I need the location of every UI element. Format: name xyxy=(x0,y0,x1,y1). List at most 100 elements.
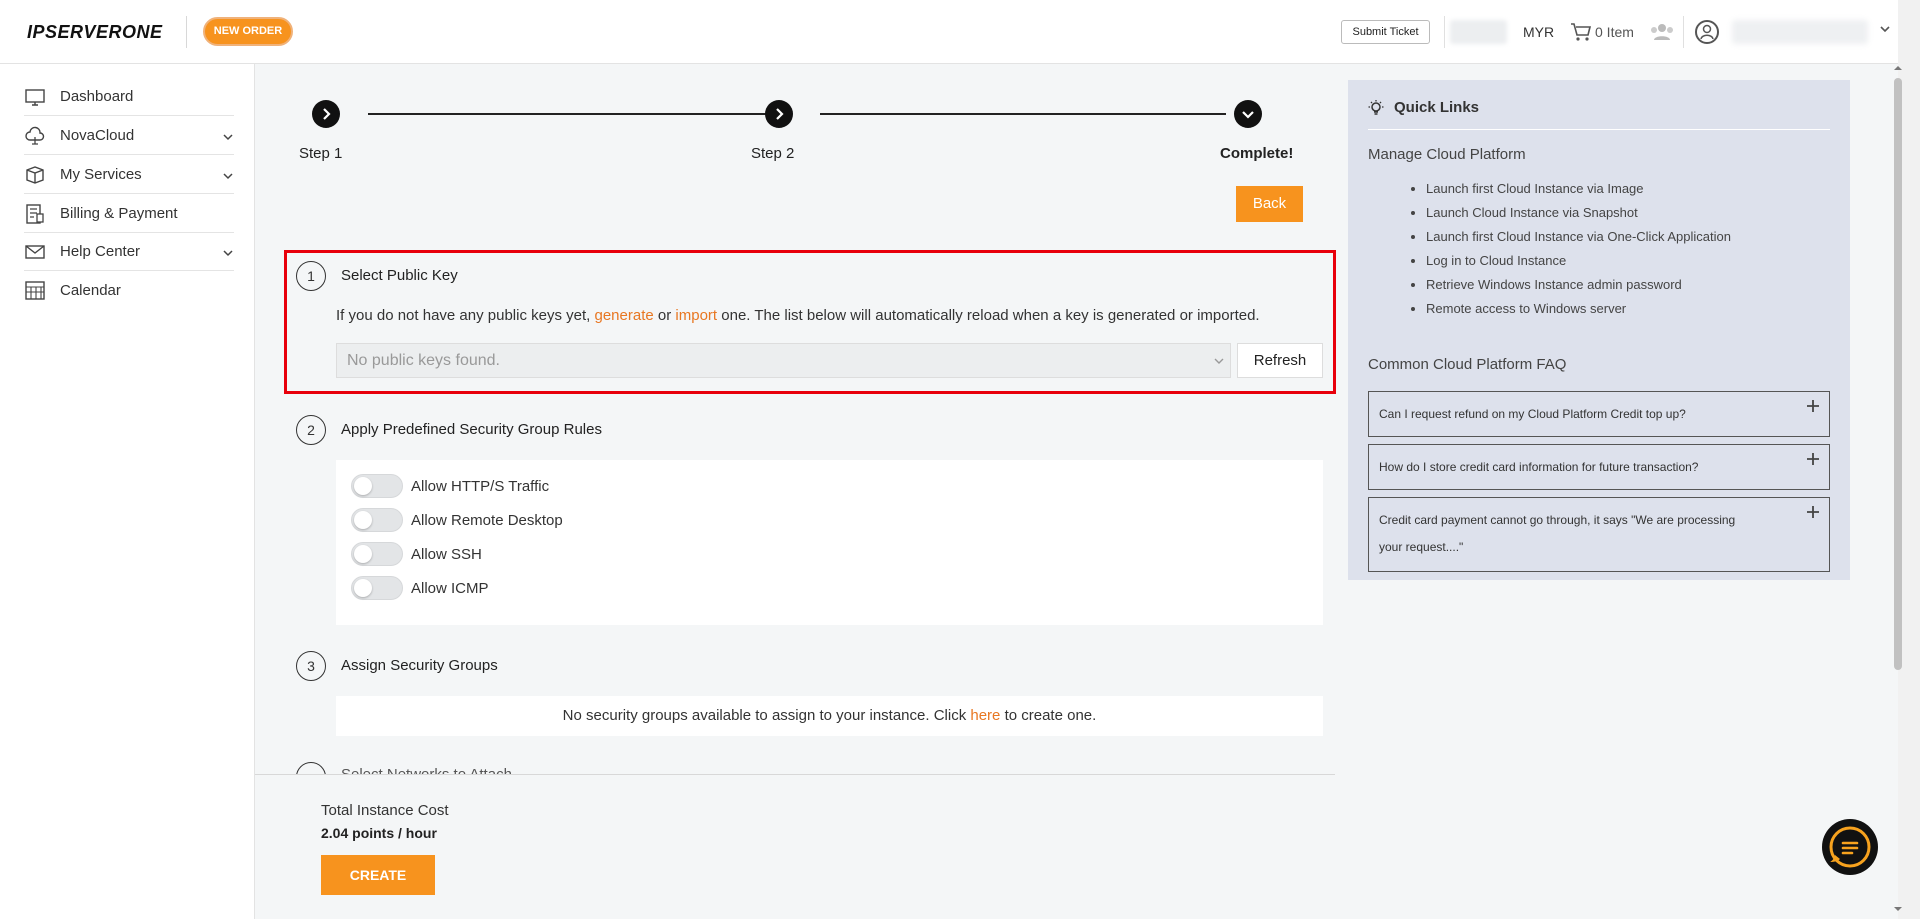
no-security-groups-message: No security groups available to assign t… xyxy=(336,696,1323,736)
refresh-button[interactable]: Refresh xyxy=(1237,343,1323,378)
calendar-icon xyxy=(25,281,45,300)
sidebar-item-calendar[interactable]: Calendar xyxy=(24,271,234,309)
icmp-toggle[interactable] xyxy=(351,576,403,600)
sidebar-item-label: Dashboard xyxy=(60,88,134,105)
quick-link-item[interactable]: Launch Cloud Instance via Snapshot xyxy=(1426,201,1731,225)
chevron-right-icon xyxy=(776,108,784,120)
submit-ticket-button[interactable]: Submit Ticket xyxy=(1341,20,1430,44)
section-2-number: 2 xyxy=(296,415,326,445)
lightbulb-icon xyxy=(1368,100,1384,115)
section-1-number: 1 xyxy=(296,261,326,291)
public-key-select-value: No public keys found. xyxy=(347,352,500,369)
info-text-part: one. The list below will automatically r… xyxy=(717,307,1260,324)
faq-question: Can I request refund on my Cloud Platfor… xyxy=(1379,407,1686,421)
step-1-indicator xyxy=(312,100,340,128)
chevron-down-icon xyxy=(1242,111,1254,119)
generate-link[interactable]: generate xyxy=(595,307,654,324)
import-link[interactable]: import xyxy=(675,307,717,324)
monitor-icon xyxy=(25,88,45,106)
http-traffic-toggle[interactable] xyxy=(351,474,403,498)
cost-footer xyxy=(255,774,1335,919)
message-part: to create one. xyxy=(1000,707,1097,724)
plus-icon[interactable] xyxy=(1807,400,1819,412)
sidebar-item-label: NovaCloud xyxy=(60,127,135,144)
section-2-title: Apply Predefined Security Group Rules xyxy=(341,421,602,438)
step-2-label: Step 2 xyxy=(751,145,795,162)
quick-link-item[interactable]: Log in to Cloud Instance xyxy=(1426,249,1731,273)
step-3-indicator xyxy=(1234,100,1262,128)
ssh-label: Allow SSH xyxy=(411,546,482,563)
info-text-part: or xyxy=(653,307,676,324)
public-key-info-text: If you do not have any public keys yet, … xyxy=(336,307,1260,324)
scroll-down-arrow-icon[interactable] xyxy=(1890,903,1906,915)
step-2-indicator xyxy=(765,100,793,128)
chat-bubble-icon xyxy=(1829,826,1871,868)
faq-item[interactable]: How do I store credit card information f… xyxy=(1368,444,1830,490)
sidebar-item-dashboard[interactable]: Dashboard xyxy=(24,78,234,116)
cloud-icon xyxy=(25,126,45,145)
http-traffic-label: Allow HTTP/S Traffic xyxy=(411,478,550,495)
sidebar-item-my-services[interactable]: My Services xyxy=(24,156,234,194)
brand-logo[interactable]: IPSERVERONE xyxy=(27,22,163,43)
message-part: No security groups available to assign t… xyxy=(562,707,971,724)
sidebar-item-help-center[interactable]: Help Center xyxy=(24,233,234,271)
ssh-toggle[interactable] xyxy=(351,542,403,566)
sidebar-item-label: Billing & Payment xyxy=(60,205,178,222)
scroll-up-arrow-icon[interactable] xyxy=(1890,62,1906,74)
sidebar-item-novacloud[interactable]: NovaCloud xyxy=(24,117,234,155)
invoice-icon xyxy=(26,203,44,224)
cart-item-count[interactable]: 0 Item xyxy=(1595,24,1634,40)
back-button[interactable]: Back xyxy=(1236,186,1303,222)
quick-link-item[interactable]: Launch first Cloud Instance via One-Clic… xyxy=(1426,225,1731,249)
sidebar-item-billing[interactable]: Billing & Payment xyxy=(24,195,234,233)
create-security-group-link[interactable]: here xyxy=(970,707,1000,724)
section-3-number: 3 xyxy=(296,651,326,681)
quick-link-item[interactable]: Remote access to Windows server xyxy=(1426,297,1731,321)
box-icon xyxy=(26,165,44,184)
section-3-title: Assign Security Groups xyxy=(341,657,498,674)
sidebar: Dashboard NovaCloud My Services Billing … xyxy=(0,64,255,919)
header-divider xyxy=(186,16,187,48)
plus-icon[interactable] xyxy=(1807,506,1819,518)
users-icon[interactable] xyxy=(1650,23,1674,41)
sidebar-item-label: Calendar xyxy=(60,281,121,299)
chevron-down-icon xyxy=(223,173,233,180)
chevron-down-icon[interactable] xyxy=(1878,22,1892,36)
cart-icon[interactable] xyxy=(1570,22,1592,42)
scrollbar-thumb[interactable] xyxy=(1894,78,1902,670)
quick-links-title: Quick Links xyxy=(1394,99,1480,116)
user-avatar-icon[interactable] xyxy=(1695,20,1719,44)
new-order-button[interactable]: NEW ORDER xyxy=(203,17,293,46)
chevron-down-icon xyxy=(1214,358,1224,364)
chevron-right-icon xyxy=(323,108,331,120)
step-1-label: Step 1 xyxy=(299,145,343,162)
quick-links-list: Launch first Cloud Instance via Image La… xyxy=(1390,177,1731,321)
currency-selector[interactable]: MYR xyxy=(1523,24,1554,40)
faq-item[interactable]: Can I request refund on my Cloud Platfor… xyxy=(1368,391,1830,437)
icmp-label: Allow ICMP xyxy=(411,580,489,597)
chevron-down-icon xyxy=(223,134,233,141)
step-3-label: Complete! xyxy=(1220,145,1294,162)
create-button[interactable]: CREATE xyxy=(321,855,435,895)
remote-desktop-toggle[interactable] xyxy=(351,508,403,532)
public-key-select[interactable]: No public keys found. xyxy=(336,343,1231,378)
chat-widget-button[interactable] xyxy=(1822,819,1878,875)
header-divider xyxy=(1444,16,1445,48)
mail-icon xyxy=(25,244,45,259)
total-cost-label: Total Instance Cost xyxy=(321,802,449,819)
faq-question: Credit card payment cannot go through, i… xyxy=(1379,513,1736,554)
stepper-connector xyxy=(820,113,1226,115)
plus-icon[interactable] xyxy=(1807,453,1819,465)
quick-links-divider xyxy=(1368,129,1830,130)
quick-link-item[interactable]: Launch first Cloud Instance via Image xyxy=(1426,177,1731,201)
stepper-connector xyxy=(368,113,766,115)
blurred-balance xyxy=(1450,20,1507,44)
blurred-username[interactable] xyxy=(1732,20,1868,44)
remote-desktop-label: Allow Remote Desktop xyxy=(411,512,563,529)
section-1-title: Select Public Key xyxy=(341,267,458,284)
quick-link-item[interactable]: Retrieve Windows Instance admin password xyxy=(1426,273,1731,297)
header-divider xyxy=(1683,16,1684,48)
manage-cloud-title: Manage Cloud Platform xyxy=(1368,146,1526,163)
faq-title: Common Cloud Platform FAQ xyxy=(1368,356,1567,373)
faq-item[interactable]: Credit card payment cannot go through, i… xyxy=(1368,497,1830,572)
